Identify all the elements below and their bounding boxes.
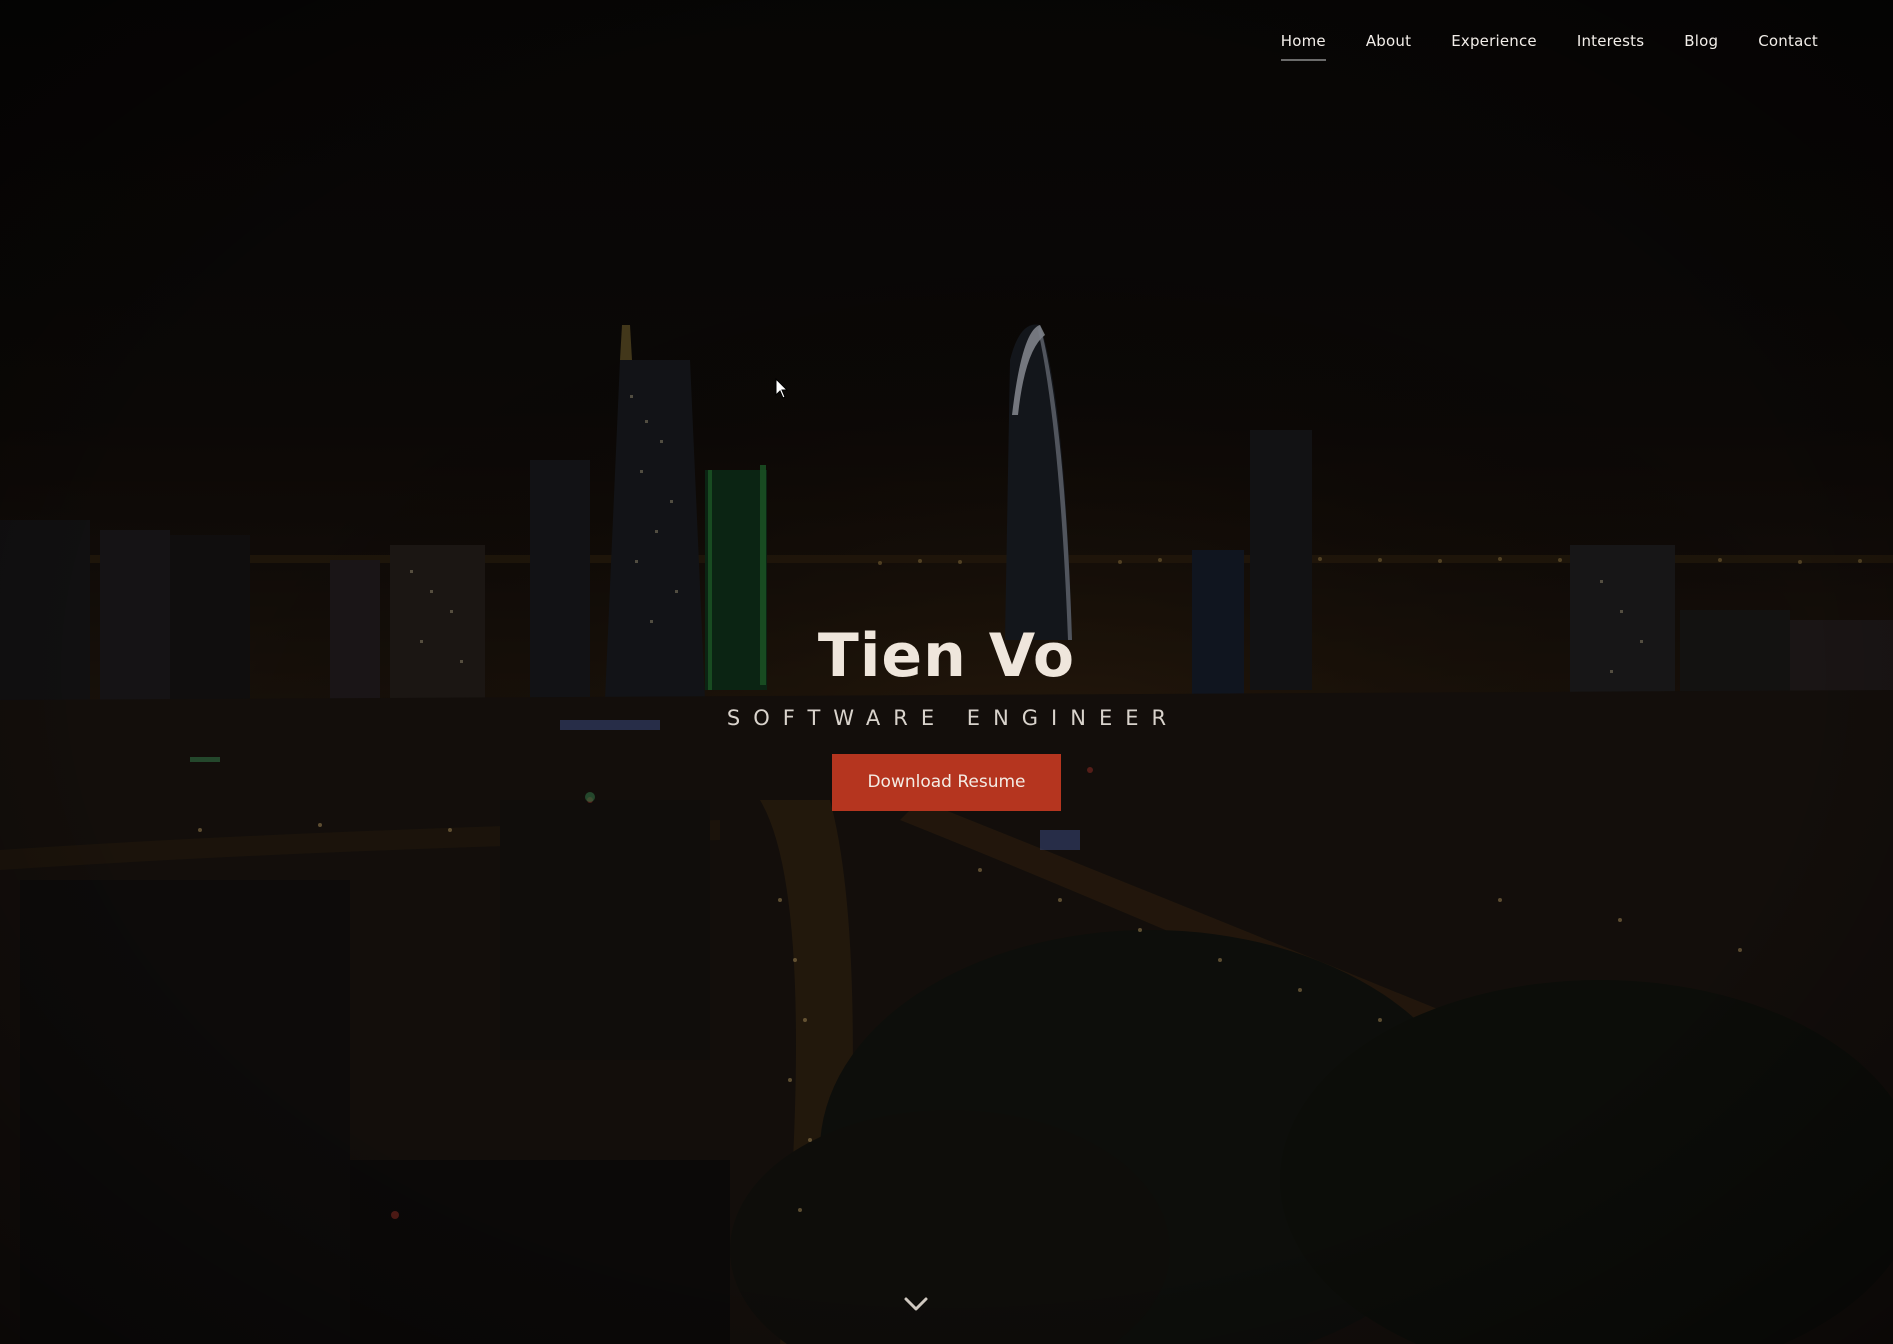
mouse-cursor-icon (775, 378, 789, 399)
hero-section: Home About Experience Interests Blog Con… (0, 0, 1893, 1344)
hero-content: Tien Vo SOFTWARE ENGINEER Download Resum… (0, 620, 1893, 811)
nav-item-contact[interactable]: Contact (1758, 30, 1818, 61)
download-resume-button[interactable]: Download Resume (832, 754, 1061, 811)
nav-item-blog[interactable]: Blog (1684, 30, 1718, 61)
hero-name: Tien Vo (817, 621, 1076, 691)
nav-item-about[interactable]: About (1366, 30, 1411, 61)
nav-item-interests[interactable]: Interests (1577, 30, 1644, 61)
nav-item-home[interactable]: Home (1280, 30, 1326, 61)
chevron-down-icon[interactable] (903, 1294, 929, 1314)
main-nav: Home About Experience Interests Blog Con… (1241, 30, 1818, 61)
hero-subtitle: SOFTWARE ENGINEER (726, 706, 1180, 730)
nav-item-experience[interactable]: Experience (1451, 30, 1537, 61)
